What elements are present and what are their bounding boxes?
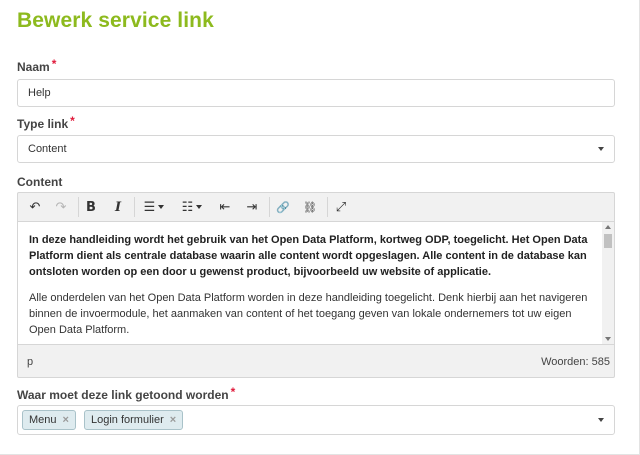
editor-toolbar: ↶ ↷ B I ☰ ☷ ⇤ ⇥ 🔗 ⛓ ⤢ [18,193,614,221]
content-paragraph-intro: In deze handleiding wordt het gebruik va… [29,234,588,278]
naam-label: Naam * [17,57,57,74]
editor-content[interactable]: In deze handleiding wordt het gebruik va… [18,221,614,345]
placement-multiselect[interactable]: Menu × Login formulier × [17,405,615,435]
unlink-icon[interactable]: ⛓ [301,197,319,217]
close-icon[interactable]: × [170,414,176,426]
chevron-down-icon [598,147,604,151]
content-label: Content [17,175,63,189]
content-paragraph: Alle onderdelen van het Open Data Platfo… [29,292,588,336]
link-icon[interactable]: 🔗 [274,197,292,217]
outdent-icon[interactable]: ⇤ [216,197,234,217]
scroll-up-icon[interactable] [605,225,611,229]
naam-value: Help [28,87,51,99]
redo-icon[interactable]: ↷ [52,197,70,217]
close-icon[interactable]: × [63,414,69,426]
required-marker: * [51,57,57,71]
type-link-value: Content [28,143,67,155]
indent-icon[interactable]: ⇥ [243,197,261,217]
naam-input[interactable]: Help [17,79,615,107]
chevron-down-icon [598,418,604,422]
editor-scrollbar[interactable] [602,222,614,344]
fullscreen-icon[interactable]: ⤢ [332,197,350,217]
scroll-thumb[interactable] [604,234,612,248]
numbered-list-icon: ☷ [181,199,194,214]
element-path[interactable]: p [27,356,33,368]
type-link-label: Type link * [17,114,75,131]
page-title: Bewerk service link [17,9,214,32]
bullet-list-button[interactable]: ☰ [139,197,169,217]
chevron-down-icon [158,205,165,209]
rich-text-editor[interactable]: ↶ ↷ B I ☰ ☷ ⇤ ⇥ 🔗 ⛓ ⤢ In deze handleidin… [17,192,615,378]
bold-icon[interactable]: B [82,197,100,217]
chevron-down-icon [196,205,203,209]
waar-label: Waar moet deze link getoond worden * [17,385,236,402]
scroll-down-icon[interactable] [605,337,611,341]
numbered-list-button[interactable]: ☷ [177,197,207,217]
undo-icon[interactable]: ↶ [26,197,44,217]
word-count: Woorden: 585 [541,356,610,368]
required-marker: * [230,385,236,399]
editor-statusbar: p Woorden: 585 [18,345,614,377]
required-marker: * [70,114,75,128]
tag-label: Menu [29,414,57,426]
type-link-select[interactable]: Content [17,135,615,163]
italic-icon[interactable]: I [109,197,127,217]
bullet-list-icon: ☰ [143,199,156,214]
tag-menu: Menu × [22,410,76,430]
tag-label: Login formulier [91,414,164,426]
tag-login-formulier: Login formulier × [84,410,184,430]
